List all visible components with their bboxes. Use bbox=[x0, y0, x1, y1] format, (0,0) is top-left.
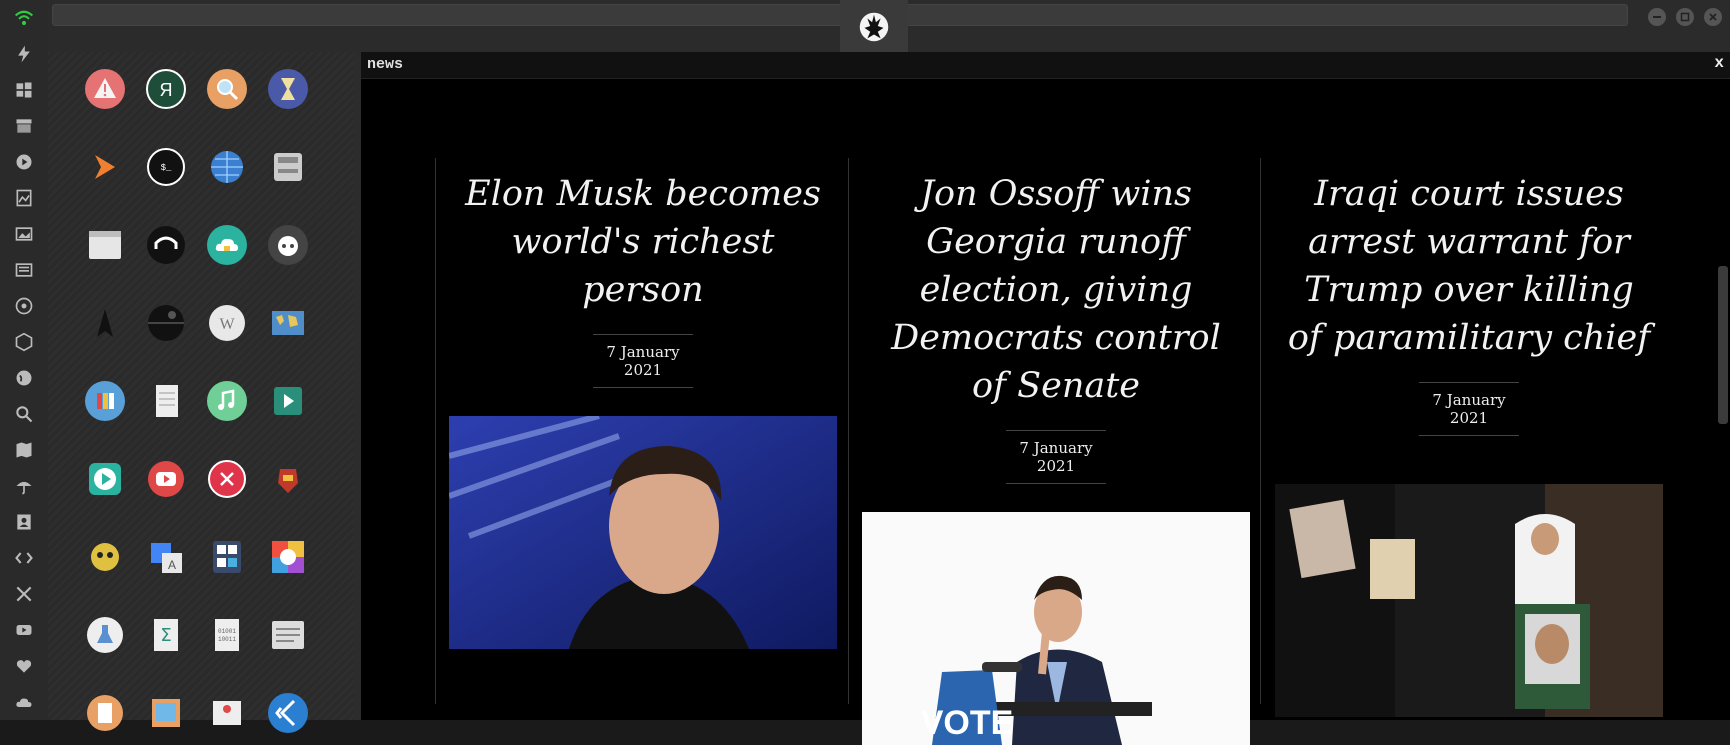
expand-icon[interactable] bbox=[12, 582, 36, 606]
starfleet-app-icon[interactable] bbox=[85, 303, 125, 343]
color-picker-app-icon[interactable] bbox=[268, 537, 308, 577]
headset-app-icon[interactable] bbox=[146, 225, 186, 265]
svg-text:01001: 01001 bbox=[218, 628, 236, 635]
yandex-app-icon[interactable]: Я bbox=[146, 69, 186, 109]
column-divider bbox=[848, 158, 849, 704]
newspaper-icon[interactable] bbox=[12, 258, 36, 282]
github-app-icon[interactable] bbox=[268, 225, 308, 265]
sigma-app-icon[interactable]: Σ bbox=[146, 615, 186, 655]
cloud-lock-app-icon[interactable] bbox=[207, 225, 247, 265]
article-headline[interactable]: Elon Musk becomes world's richest person bbox=[457, 170, 829, 314]
hexagon-icon[interactable] bbox=[12, 330, 36, 354]
close-app-icon[interactable] bbox=[207, 459, 247, 499]
app-launcher: Я $_ W A Σ 01001 10011 bbox=[48, 52, 364, 733]
windows-icon[interactable] bbox=[12, 78, 36, 102]
svg-text:10011: 10011 bbox=[218, 636, 236, 643]
news-article[interactable]: Elon Musk becomes world's richest person… bbox=[449, 158, 837, 649]
galactic-empire-icon[interactable] bbox=[12, 294, 36, 318]
document-app-icon[interactable] bbox=[85, 693, 125, 733]
news-article[interactable]: Iraqi court issues arrest warrant for Tr… bbox=[1275, 158, 1663, 717]
article-headline[interactable]: Jon Ossoff wins Georgia runoff election,… bbox=[870, 170, 1242, 410]
map-icon[interactable] bbox=[12, 438, 36, 462]
death-star-app-icon[interactable] bbox=[146, 303, 186, 343]
cloud-icon[interactable] bbox=[12, 690, 36, 714]
warning-app-icon[interactable] bbox=[85, 69, 125, 109]
article-headline[interactable]: Iraqi court issues arrest warrant for Tr… bbox=[1283, 170, 1655, 362]
binary-app-icon[interactable]: 01001 10011 bbox=[207, 615, 247, 655]
bolt-icon[interactable] bbox=[12, 42, 36, 66]
c3po-app-icon[interactable] bbox=[85, 537, 125, 577]
article-photo[interactable] bbox=[1275, 484, 1663, 717]
calculator-app-icon[interactable] bbox=[207, 537, 247, 577]
presentation-app-icon[interactable] bbox=[207, 693, 247, 733]
youtube-app-icon[interactable] bbox=[146, 459, 186, 499]
article-photo[interactable]: VOTE bbox=[862, 512, 1250, 745]
panel-scrollbar[interactable] bbox=[1718, 266, 1728, 424]
date-divider: 7 January 2021 bbox=[1006, 430, 1106, 484]
books-app-icon[interactable] bbox=[85, 381, 125, 421]
contacts-icon[interactable] bbox=[12, 510, 36, 534]
flask-app-icon[interactable] bbox=[85, 615, 125, 655]
article-date: 7 January 2021 bbox=[1432, 391, 1506, 427]
world-map-app-icon[interactable] bbox=[268, 303, 308, 343]
date-divider: 7 January 2021 bbox=[1419, 382, 1519, 436]
code-icon[interactable] bbox=[12, 546, 36, 570]
image-icon[interactable] bbox=[12, 222, 36, 246]
iron-man-app-icon[interactable] bbox=[268, 459, 308, 499]
globe-icon[interactable] bbox=[12, 366, 36, 390]
vscode-app-icon[interactable] bbox=[268, 693, 308, 733]
umbrella-icon[interactable] bbox=[12, 474, 36, 498]
date-divider: 7 January 2021 bbox=[593, 334, 693, 388]
search-icon[interactable] bbox=[12, 402, 36, 426]
article-date: 7 January 2021 bbox=[606, 343, 680, 379]
left-dock bbox=[0, 0, 49, 720]
wikipedia-app-icon[interactable]: W bbox=[207, 303, 247, 343]
svg-text:Я: Я bbox=[160, 80, 173, 100]
column-divider bbox=[1260, 158, 1261, 704]
close-window-button[interactable] bbox=[1704, 8, 1722, 26]
play-icon[interactable] bbox=[12, 150, 36, 174]
sublime-app-icon[interactable] bbox=[85, 147, 125, 187]
music-app-icon[interactable] bbox=[207, 381, 247, 421]
column-divider bbox=[435, 158, 436, 704]
archive-icon[interactable] bbox=[12, 114, 36, 138]
top-bar bbox=[48, 0, 1730, 53]
window-app-icon[interactable] bbox=[85, 225, 125, 265]
text-editor-app-icon[interactable] bbox=[268, 615, 308, 655]
youtube-icon[interactable] bbox=[12, 618, 36, 642]
play-app-icon[interactable] bbox=[85, 459, 125, 499]
maximize-button[interactable] bbox=[1676, 8, 1694, 26]
panel-header: news x bbox=[361, 52, 1730, 79]
rebel-alliance-logo[interactable] bbox=[840, 0, 908, 52]
drive-app-icon[interactable] bbox=[268, 147, 308, 187]
minimize-button[interactable] bbox=[1648, 8, 1666, 26]
svg-text:W: W bbox=[219, 316, 235, 333]
news-panel: news x Elon Musk becomes world's richest… bbox=[361, 52, 1730, 745]
panel-close-button[interactable]: x bbox=[1714, 54, 1724, 72]
photos-icon[interactable] bbox=[12, 186, 36, 210]
heart-icon[interactable] bbox=[12, 654, 36, 678]
globe-app-icon[interactable] bbox=[207, 147, 247, 187]
svg-text:Σ: Σ bbox=[160, 625, 171, 646]
notes-app-icon[interactable] bbox=[146, 381, 186, 421]
wifi-icon[interactable] bbox=[12, 6, 36, 30]
svg-text:A: A bbox=[168, 558, 176, 572]
video-app-icon[interactable] bbox=[268, 381, 308, 421]
panel-title: news bbox=[367, 56, 404, 73]
terminal-app-icon[interactable]: $_ bbox=[146, 147, 186, 187]
translate-app-icon[interactable]: A bbox=[146, 537, 186, 577]
podium-label: VOTE bbox=[921, 704, 1014, 742]
svg-text:$_: $_ bbox=[161, 163, 172, 173]
search-app-icon[interactable] bbox=[207, 69, 247, 109]
image-viewer-app-icon[interactable] bbox=[146, 693, 186, 733]
hourglass-app-icon[interactable] bbox=[268, 69, 308, 109]
article-photo[interactable] bbox=[449, 416, 837, 649]
news-article[interactable]: Jon Ossoff wins Georgia runoff election,… bbox=[862, 158, 1250, 745]
article-date: 7 January 2021 bbox=[1019, 439, 1093, 475]
